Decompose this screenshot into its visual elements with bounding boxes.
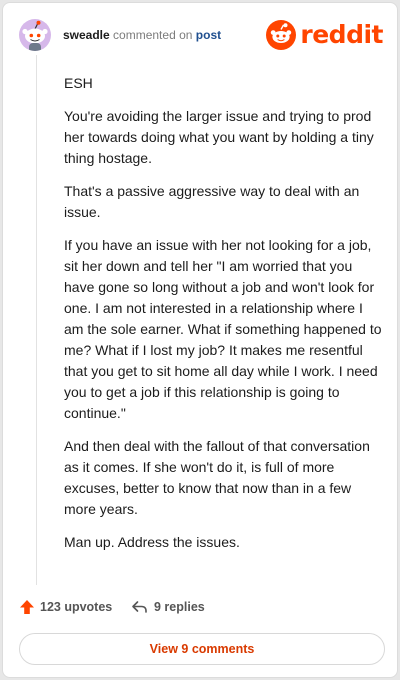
snoo-avatar-icon [22,20,48,51]
comment-paragraph: That's a passive aggressive way to deal … [64,183,360,220]
user-avatar[interactable] [19,19,51,51]
reply-arrow-icon [132,601,147,613]
comment-header: sweadle commented on post reddit [17,19,383,55]
upvote-arrow-icon [20,600,34,614]
commented-on-text: commented on [113,28,193,42]
reply-count: 9 replies [154,600,205,614]
comment-paragraph: Man up. Address the issues. [64,534,240,550]
reddit-snoo-icon [266,20,297,50]
post-link[interactable]: post [196,28,221,42]
username-link[interactable]: sweadle [63,28,110,42]
comment-byline: sweadle commented on post [63,28,221,42]
comment-card: sweadle commented on post reddit ESH You… [2,2,398,678]
upvote-button[interactable]: 123 upvotes [19,599,112,615]
comment-paragraph: If you have an issue with her not lookin… [64,237,382,421]
comment-paragraph: ESH [64,75,93,91]
comment-paragraph: You're avoiding the larger issue and try… [64,108,374,166]
reddit-logo-text: reddit [300,20,383,49]
reddit-logo[interactable]: reddit [266,20,383,50]
upvote-count: 123 upvotes [40,600,113,614]
view-comments-button[interactable]: View 9 comments [19,633,385,665]
comment-body: ESH You're avoiding the larger issue and… [64,73,382,565]
comment-paragraph: And then deal with the fallout of that c… [64,438,370,517]
replies-button[interactable]: 9 replies [131,599,205,615]
thread-line[interactable] [36,55,37,585]
